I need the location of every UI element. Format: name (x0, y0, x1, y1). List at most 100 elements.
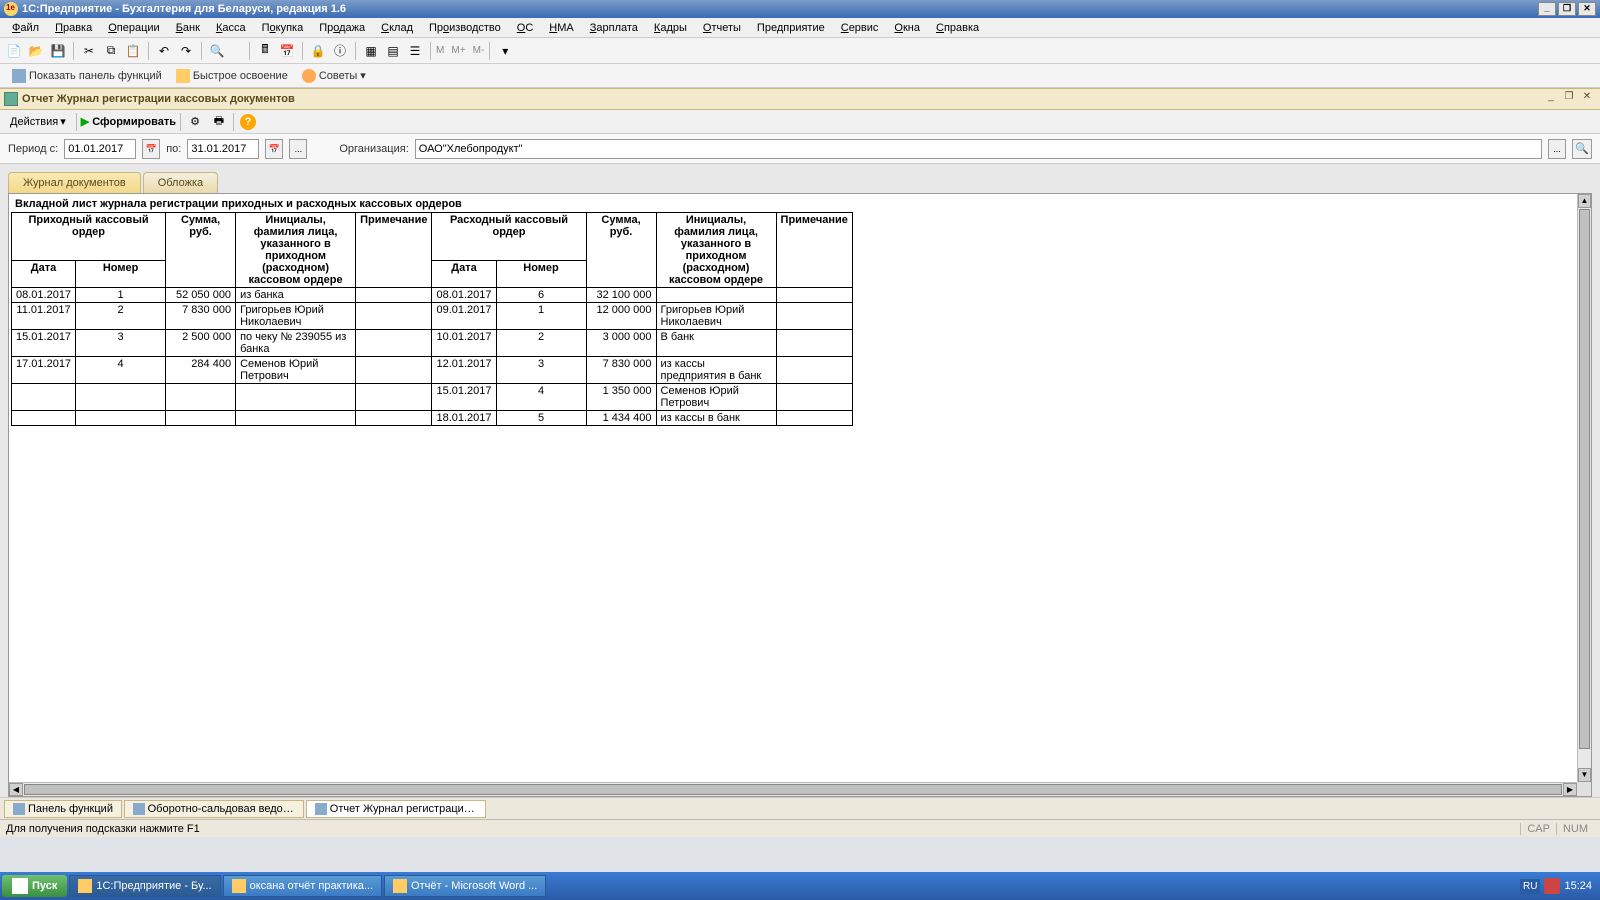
org-search-button[interactable]: 🔍 (1572, 139, 1592, 159)
actions-button[interactable]: Действия ▾ (4, 113, 72, 130)
menu-производство[interactable]: Производство (421, 20, 509, 36)
scroll-up-icon[interactable]: ▲ (1578, 194, 1591, 208)
period-more-button[interactable]: ... (289, 139, 307, 159)
cap-indicator: CAP (1520, 823, 1556, 835)
tips-button[interactable]: Советы ▾ (298, 67, 370, 85)
menu-касса[interactable]: Касса (208, 20, 254, 36)
scroll-thumb[interactable] (1579, 209, 1590, 749)
org-input[interactable] (415, 139, 1542, 159)
menu-операции[interactable]: Операции (100, 20, 167, 36)
calendar-to-button[interactable]: 📅 (265, 139, 283, 159)
find-icon[interactable]: 🔍 (207, 41, 227, 61)
copy-icon[interactable]: ⧉ (101, 41, 121, 61)
col-sum-p: Сумма, руб. (166, 213, 236, 288)
taskbar-item[interactable]: оксана отчёт практика... (223, 875, 382, 897)
table-row[interactable]: 15.01.201741 350 000Семенов Юрий Петрови… (12, 384, 853, 411)
menu-отчеты[interactable]: Отчеты (695, 20, 749, 36)
list-icon[interactable]: ☰ (405, 41, 425, 61)
date-from-input[interactable] (64, 139, 136, 159)
menu-нма[interactable]: НМА (541, 20, 581, 36)
workspace-tab[interactable]: Оборотно-сальдовая ведом... (124, 800, 304, 818)
generate-button[interactable]: ▶ Сформировать (81, 115, 176, 128)
taskbar-item[interactable]: 1С:Предприятие - Бу... (69, 875, 220, 897)
menu-предприятие[interactable]: Предприятие (749, 20, 833, 36)
redo-icon[interactable]: ↷ (176, 41, 196, 61)
menu-покупка[interactable]: Покупка (254, 20, 312, 36)
status-bar: Для получения подсказки нажмите F1 CAP N… (0, 819, 1600, 837)
dropdown-icon[interactable]: ▾ (495, 41, 515, 61)
print-icon[interactable]: 🖶 (209, 112, 229, 132)
quick-learn-label: Быстрое освоение (193, 70, 288, 82)
scroll-right-icon[interactable]: ▶ (1563, 783, 1577, 796)
app-icon (393, 879, 407, 893)
menu-файл[interactable]: Файл (4, 20, 47, 36)
lang-indicator[interactable]: RU (1520, 879, 1540, 894)
scroll-down-icon[interactable]: ▼ (1578, 768, 1591, 782)
close-button[interactable]: ✕ (1578, 2, 1596, 16)
calc-icon[interactable]: 🖩 (255, 41, 275, 61)
report-content[interactable]: Вкладной лист журнала регистрации приход… (9, 194, 1577, 782)
workspace-tabs: Панель функцийОборотно-сальдовая ведом..… (0, 797, 1600, 819)
taskbar-item-label: оксана отчёт практика... (250, 880, 373, 892)
menu-правка[interactable]: Правка (47, 20, 100, 36)
menu-склад[interactable]: Склад (373, 20, 421, 36)
table-row[interactable]: 08.01.2017152 050 000из банка08.01.20176… (12, 288, 853, 303)
restore-button[interactable]: ❐ (1558, 2, 1576, 16)
report-icon[interactable]: ▦ (361, 41, 381, 61)
paste-icon[interactable]: 📋 (123, 41, 143, 61)
table-row[interactable]: 18.01.201751 434 400из кассы в банк (12, 411, 853, 426)
calendar-from-button[interactable]: 📅 (142, 139, 160, 159)
undo-icon[interactable]: ↶ (154, 41, 174, 61)
workspace-tab[interactable]: Отчет Журнал регистрации... (306, 800, 486, 818)
open-icon[interactable]: 📂 (26, 41, 46, 61)
taskbar-item-label: Отчёт - Microsoft Word ... (411, 880, 537, 892)
menu-банк[interactable]: Банк (168, 20, 208, 36)
app-logo-icon (4, 2, 18, 16)
menu-продажа[interactable]: Продажа (311, 20, 373, 36)
tray-icon[interactable] (1544, 878, 1560, 894)
tab-journal[interactable]: Журнал документов (8, 172, 141, 193)
quick-icon (176, 69, 190, 83)
status-hint: Для получения подсказки нажмите F1 (6, 823, 200, 835)
table-row[interactable]: 15.01.201732 500 000по чеку № 239055 из … (12, 330, 853, 357)
vertical-scrollbar[interactable]: ▲ ▼ (1577, 194, 1591, 782)
start-button[interactable]: Пуск (2, 875, 67, 897)
new-icon[interactable]: 📄 (4, 41, 24, 61)
menu-кадры[interactable]: Кадры (646, 20, 695, 36)
info-icon[interactable]: ⓘ (330, 41, 350, 61)
lock-icon[interactable]: 🔒 (308, 41, 328, 61)
scroll-left-icon[interactable]: ◀ (9, 783, 23, 796)
menu-сервис[interactable]: Сервис (833, 20, 887, 36)
calendar-icon[interactable]: 📅 (277, 41, 297, 61)
workspace-tab[interactable]: Панель функций (4, 800, 122, 818)
minimize-button[interactable]: _ (1538, 2, 1556, 16)
table-row[interactable]: 11.01.201727 830 000Григорьев Юрий Никол… (12, 303, 853, 330)
table-row[interactable]: 17.01.20174284 400Семенов Юрий Петрович1… (12, 357, 853, 384)
form-icon[interactable]: ▤ (383, 41, 403, 61)
quick-learn-button[interactable]: Быстрое освоение (172, 67, 292, 85)
tab-cover[interactable]: Обложка (143, 172, 218, 193)
panel-icon (12, 69, 26, 83)
show-panel-button[interactable]: Показать панель функций (8, 67, 166, 85)
m-button[interactable]: М (436, 45, 444, 56)
menu-справка[interactable]: Справка (928, 20, 987, 36)
save-icon[interactable]: 💾 (48, 41, 68, 61)
doc-close-button[interactable]: ✕ (1578, 91, 1596, 107)
horizontal-scrollbar[interactable]: ◀ ▶ (9, 782, 1577, 796)
m-minus-button[interactable]: М- (473, 45, 485, 56)
menu-зарплата[interactable]: Зарплата (582, 20, 646, 36)
period-from-label: Период с: (8, 143, 58, 155)
cut-icon[interactable]: ✂ (79, 41, 99, 61)
taskbar-item[interactable]: Отчёт - Microsoft Word ... (384, 875, 546, 897)
menu-ос[interactable]: ОС (509, 20, 542, 36)
settings-icon[interactable]: ⚙ (185, 112, 205, 132)
m-plus-button[interactable]: М+ (451, 45, 465, 56)
scroll-thumb-h[interactable] (24, 784, 1562, 795)
date-to-input[interactable] (187, 139, 259, 159)
org-more-button[interactable]: ... (1548, 139, 1566, 159)
help-button[interactable]: ? (238, 112, 258, 132)
doc-minimize-button[interactable]: _ (1542, 91, 1560, 107)
doc-restore-button[interactable]: ❐ (1560, 91, 1578, 107)
bulb-icon (302, 69, 316, 83)
menu-окна[interactable]: Окна (886, 20, 928, 36)
